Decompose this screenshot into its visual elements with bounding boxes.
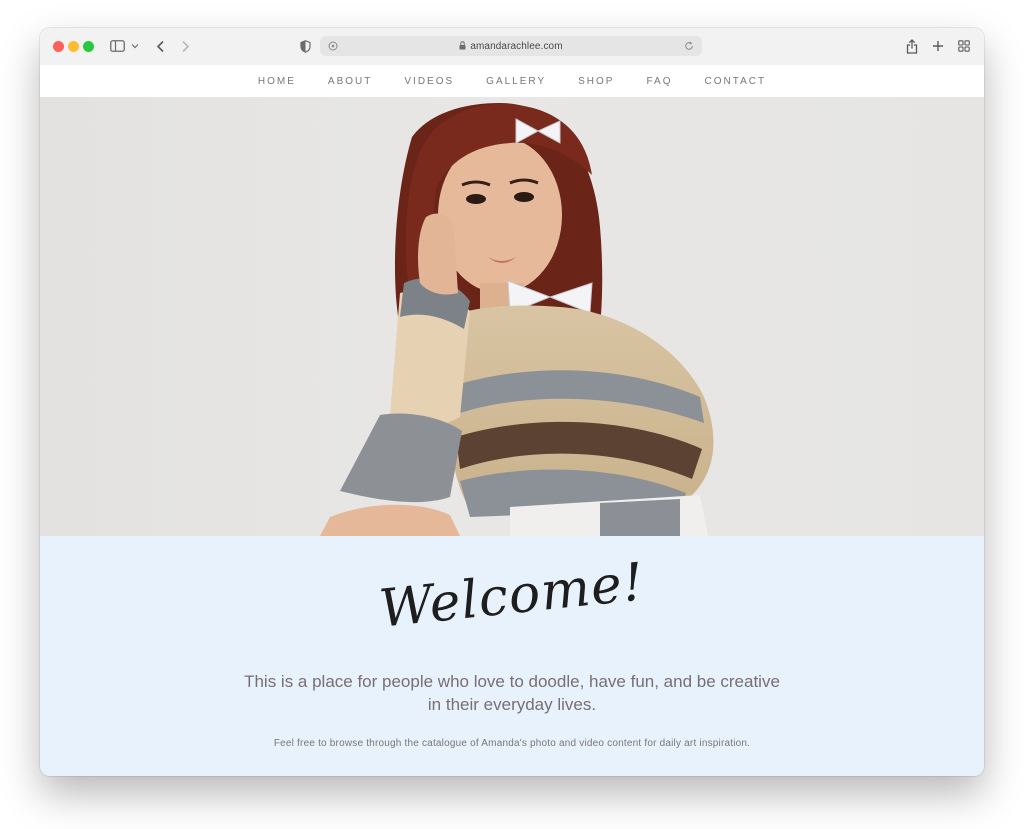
url-text: amandarachlee.com bbox=[470, 40, 563, 52]
new-tab-plus-icon[interactable] bbox=[930, 37, 946, 55]
zoom-window-button[interactable] bbox=[83, 41, 94, 52]
nav-home-link[interactable]: HOME bbox=[258, 76, 296, 87]
browser-toolbar: amandarachlee.com bbox=[40, 28, 984, 66]
forward-arrow-icon[interactable] bbox=[178, 37, 192, 55]
nav-faq-link[interactable]: FAQ bbox=[646, 76, 672, 87]
reload-icon[interactable] bbox=[682, 39, 696, 53]
close-window-button[interactable] bbox=[53, 41, 64, 52]
nav-contact-link[interactable]: CONTACT bbox=[704, 76, 766, 87]
minimize-window-button[interactable] bbox=[68, 41, 79, 52]
nav-gallery-link[interactable]: GALLERY bbox=[486, 76, 546, 87]
chevron-down-icon[interactable] bbox=[130, 37, 140, 55]
sidebar-toggle-icon[interactable] bbox=[109, 37, 125, 55]
portrait-illustration bbox=[320, 103, 714, 536]
browser-window: amandarachlee.com HOME ABOUT VIDEOS GALL… bbox=[40, 28, 984, 776]
privacy-shield-icon[interactable] bbox=[298, 37, 312, 55]
welcome-lead-text: This is a place for people who love to d… bbox=[244, 672, 780, 714]
nav-videos-link[interactable]: VIDEOS bbox=[404, 76, 454, 87]
site-navigation: HOME ABOUT VIDEOS GALLERY SHOP FAQ CONTA… bbox=[40, 65, 984, 97]
welcome-heading: Welcome! bbox=[376, 552, 648, 640]
url-display: amandarachlee.com bbox=[320, 36, 702, 56]
back-arrow-icon[interactable] bbox=[153, 37, 167, 55]
welcome-section: Welcome! This is a place for people who … bbox=[40, 536, 984, 776]
tab-overview-icon[interactable] bbox=[956, 37, 972, 55]
share-icon[interactable] bbox=[904, 37, 920, 55]
hero-photo bbox=[40, 97, 984, 536]
address-bar[interactable]: amandarachlee.com bbox=[320, 36, 702, 56]
welcome-subtext: Feel free to browse through the catalogu… bbox=[273, 738, 751, 749]
nav-shop-link[interactable]: SHOP bbox=[578, 76, 614, 87]
nav-about-link[interactable]: ABOUT bbox=[328, 76, 372, 87]
lock-icon bbox=[459, 37, 466, 55]
